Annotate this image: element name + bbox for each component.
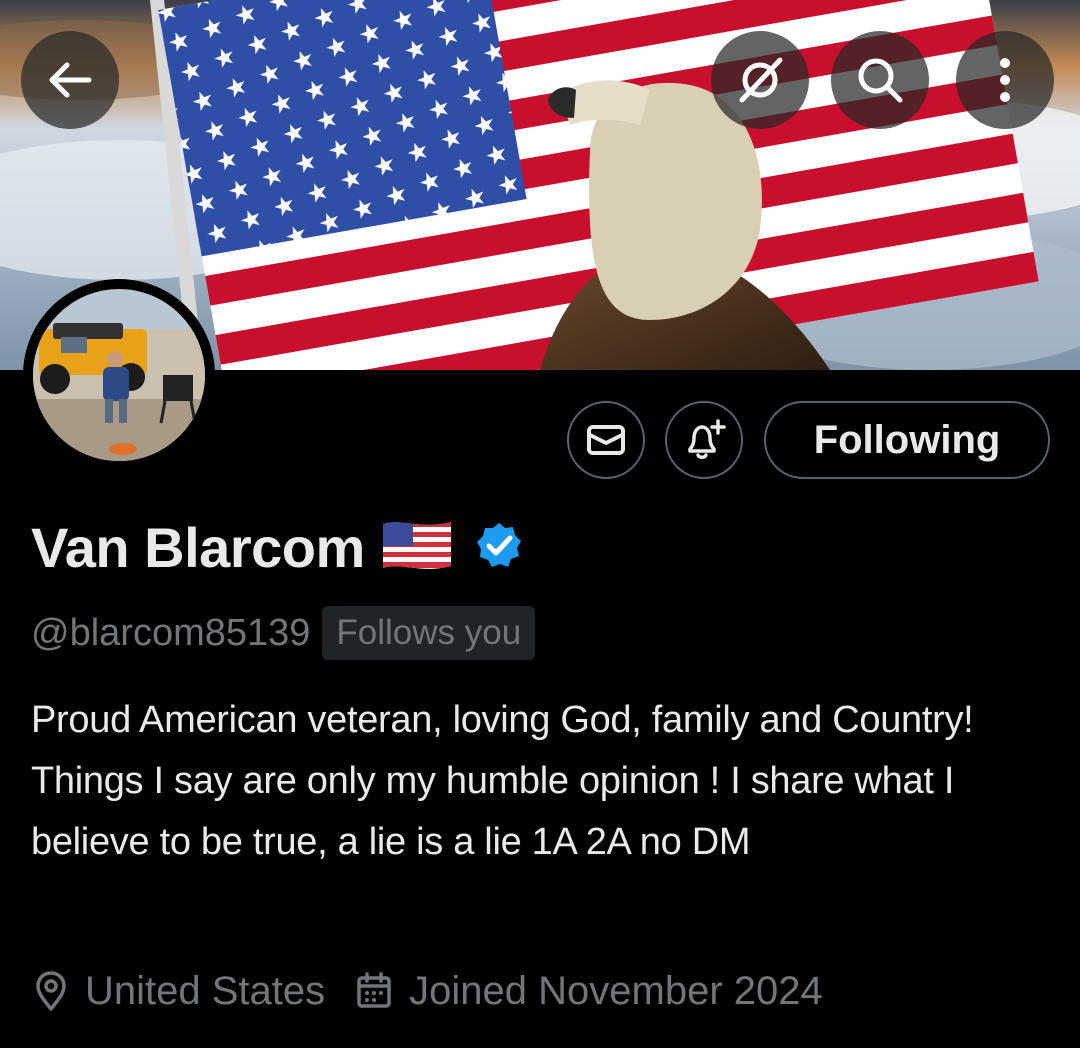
us-flag-icon [381,518,453,577]
bell-plus-icon [688,419,726,459]
location-text: United States [85,968,326,1013]
message-button[interactable] [567,401,645,479]
search-button[interactable] [831,31,929,129]
location-item: United States [33,969,325,1014]
location-pin-icon [36,971,66,1011]
grok-button[interactable] [711,31,809,129]
avatar-image [33,289,205,461]
more-vertical-icon [1000,58,1010,102]
display-name: Van Blarcom [31,515,365,579]
notifications-button[interactable] [665,401,743,479]
follows-you-badge: Follows you [322,606,536,660]
calendar-icon [357,972,391,1008]
grok-icon [739,57,783,103]
name-row: Van Blarcom [31,512,523,582]
joined-item: Joined November 2024 [355,969,823,1014]
arrow-left-icon [49,62,92,98]
joined-date-text: Joined November 2024 [409,968,823,1013]
following-button[interactable]: Following [764,401,1050,479]
back-button[interactable] [21,31,119,129]
verified-badge-icon[interactable] [475,521,523,574]
search-icon [858,58,903,103]
more-options-button[interactable] [956,31,1054,129]
profile-meta: United States Joined November 2024 [33,962,823,1020]
handle-row: @blarcom85139 Follows you [31,605,536,661]
profile-bio: Proud American veteran, loving God, fami… [31,699,974,863]
username-handle: @blarcom85139 [31,611,311,654]
mail-icon [587,425,625,455]
avatar[interactable] [23,279,215,471]
